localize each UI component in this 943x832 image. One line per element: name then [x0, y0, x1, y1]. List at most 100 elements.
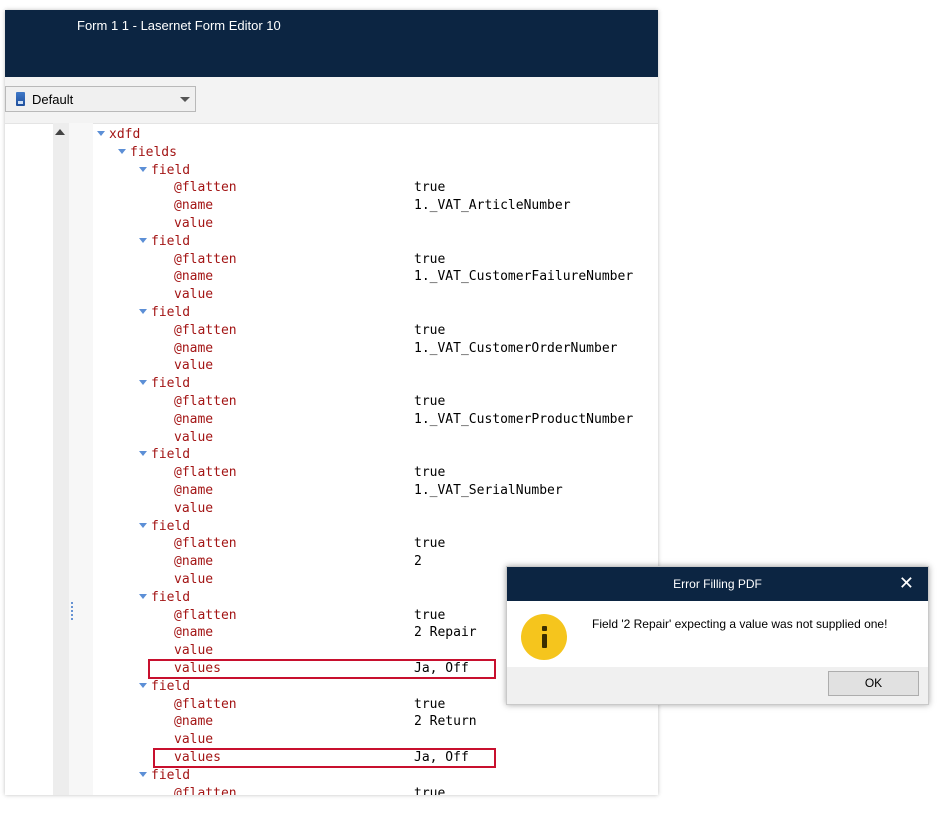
- node-name: @name: [174, 269, 214, 285]
- dialog-title: Error Filling PDF: [673, 577, 762, 591]
- title-bar: Form 1 1 - Lasernet Form Editor 10: [5, 10, 658, 77]
- node-name: @flatten: [174, 180, 237, 196]
- tree-attribute[interactable]: @name 1._VAT_ArticleNumber: [174, 197, 571, 215]
- tree-value[interactable]: value: [174, 642, 213, 660]
- view-dropdown-value: Default: [32, 92, 74, 107]
- window-title: Form 1 1 - Lasernet Form Editor 10: [77, 18, 281, 33]
- node-name: @flatten: [174, 536, 237, 552]
- tree-attribute[interactable]: @flatten true: [174, 696, 445, 714]
- node-value: true: [414, 180, 446, 196]
- node-name: field: [151, 162, 191, 178]
- expand-chevron-icon[interactable]: [139, 522, 147, 528]
- tree-value[interactable]: value: [174, 357, 213, 375]
- node-name: field: [151, 233, 191, 249]
- tree-attribute[interactable]: @flatten true: [174, 607, 445, 625]
- error-dialog: Error Filling PDF ✕ Field '2 Repair' exp…: [506, 566, 929, 705]
- node-name: fields: [130, 144, 177, 160]
- splitter[interactable]: [69, 123, 93, 795]
- highlight-box: [153, 748, 496, 768]
- tree-field[interactable]: field: [139, 304, 190, 322]
- node-value: true: [414, 394, 446, 409]
- tree-attribute[interactable]: @name 1._VAT_CustomerFailureNumber: [174, 268, 633, 286]
- node-value: 1._VAT_CustomerProductNumber: [414, 411, 634, 427]
- node-value: 1._VAT_CustomerOrderNumber: [414, 340, 618, 356]
- tree-field[interactable]: field: [139, 162, 190, 180]
- splitter-grip-icon[interactable]: [71, 601, 73, 621]
- node-value: 2 Repair: [414, 625, 477, 641]
- tree-fields[interactable]: fields: [118, 144, 177, 162]
- view-dropdown[interactable]: Default: [5, 86, 196, 112]
- tree-field[interactable]: field: [139, 446, 190, 464]
- tree-value[interactable]: value: [174, 571, 213, 589]
- tree-attribute[interactable]: @flatten true: [174, 322, 445, 340]
- node-name: value: [174, 572, 214, 587]
- node-name: @name: [174, 340, 214, 356]
- expand-chevron-icon[interactable]: [139, 593, 147, 599]
- expand-chevron-icon[interactable]: [139, 380, 147, 386]
- tree-attribute[interactable]: @name 2 Repair: [174, 624, 477, 642]
- expand-chevron-icon[interactable]: [97, 131, 105, 136]
- node-name: value: [174, 287, 214, 303]
- node-value: 1._VAT_CustomerFailureNumber: [414, 269, 634, 285]
- tree-root[interactable]: xdfd: [97, 126, 140, 144]
- tree-attribute[interactable]: @name 1._VAT_CustomerProductNumber: [174, 411, 633, 429]
- node-value: true: [414, 607, 446, 623]
- tree-value[interactable]: value: [174, 286, 213, 304]
- node-value: true: [414, 465, 446, 481]
- expand-chevron-icon[interactable]: [118, 148, 126, 154]
- tree-field[interactable]: field: [139, 589, 190, 607]
- node-name: @name: [174, 198, 214, 214]
- tree-field[interactable]: field: [139, 233, 190, 251]
- document-icon: [16, 92, 25, 106]
- tree-field[interactable]: field: [139, 518, 190, 536]
- chevron-down-icon[interactable]: [180, 97, 190, 102]
- close-icon[interactable]: ✕: [899, 574, 914, 592]
- expand-chevron-icon[interactable]: [139, 166, 147, 172]
- tree-attribute[interactable]: @flatten true: [174, 179, 445, 197]
- tree-attribute[interactable]: @flatten true: [174, 464, 445, 482]
- node-name: field: [151, 589, 191, 605]
- scroll-up-arrow-icon[interactable]: [55, 129, 65, 135]
- tree-attribute[interactable]: @flatten true: [174, 785, 445, 795]
- node-name: value: [174, 358, 214, 374]
- node-value: 2 Return: [414, 714, 477, 730]
- tree-value[interactable]: value: [174, 215, 213, 233]
- tree-attribute[interactable]: @flatten true: [174, 251, 445, 269]
- tree-value[interactable]: value: [174, 731, 213, 749]
- node-value: true: [414, 322, 446, 338]
- vertical-scrollbar[interactable]: [53, 123, 69, 795]
- tree-value[interactable]: value: [174, 500, 213, 518]
- node-value: true: [414, 696, 446, 712]
- expand-chevron-icon[interactable]: [139, 237, 147, 243]
- tree-field[interactable]: field: [139, 678, 190, 696]
- node-name: @name: [174, 625, 214, 641]
- node-name: @flatten: [174, 251, 237, 267]
- node-name: @flatten: [174, 696, 237, 712]
- node-value: true: [414, 536, 446, 552]
- node-name: value: [174, 429, 214, 445]
- expand-chevron-icon[interactable]: [139, 309, 147, 314]
- node-name: @flatten: [174, 322, 237, 338]
- node-name: value: [174, 216, 214, 231]
- tree-attribute[interactable]: @flatten true: [174, 535, 445, 553]
- node-value: 1._VAT_SerialNumber: [414, 483, 563, 498]
- tree-field[interactable]: field: [139, 375, 190, 393]
- ok-button[interactable]: OK: [828, 671, 919, 696]
- tree-attribute[interactable]: @name 1._VAT_SerialNumber: [174, 482, 563, 500]
- node-name: @name: [174, 483, 214, 498]
- node-name: @flatten: [174, 394, 237, 409]
- expand-chevron-icon[interactable]: [139, 682, 147, 688]
- node-name: field: [151, 447, 191, 463]
- expand-chevron-icon[interactable]: [139, 451, 147, 457]
- expand-chevron-icon[interactable]: [139, 771, 147, 777]
- tree-attribute[interactable]: @name 2 Return: [174, 713, 477, 731]
- node-value: true: [414, 251, 446, 267]
- tree-value[interactable]: value: [174, 429, 213, 447]
- tree-field[interactable]: field: [139, 767, 190, 785]
- tree-attribute[interactable]: @name 1._VAT_CustomerOrderNumber: [174, 340, 618, 358]
- node-name: value: [174, 500, 214, 516]
- tree-attribute[interactable]: @name 2: [174, 553, 422, 571]
- dialog-message: Field '2 Repair' expecting a value was n…: [592, 617, 888, 631]
- node-name: @name: [174, 411, 214, 427]
- tree-attribute[interactable]: @flatten true: [174, 393, 445, 411]
